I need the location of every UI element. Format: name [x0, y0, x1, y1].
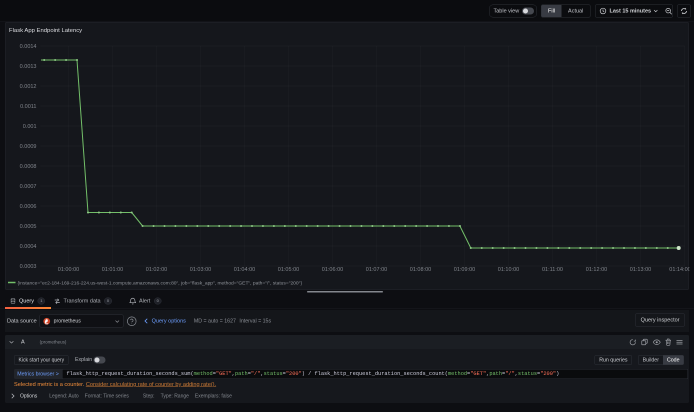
svg-text:01:10:00: 01:10:00: [498, 267, 519, 273]
svg-text:0.0004: 0.0004: [20, 244, 37, 250]
svg-text:01:05:00: 01:05:00: [278, 267, 299, 273]
svg-text:01:00:00: 01:00:00: [58, 267, 79, 273]
svg-text:01:09:00: 01:09:00: [454, 267, 475, 273]
svg-text:01:11:00: 01:11:00: [542, 267, 563, 273]
svg-text:0.0003: 0.0003: [20, 264, 37, 270]
svg-text:01:07:00: 01:07:00: [366, 267, 387, 273]
svg-text:01:04:00: 01:04:00: [234, 267, 255, 273]
svg-text:0.0009: 0.0009: [20, 144, 37, 150]
svg-text:01:14:00: 01:14:00: [669, 267, 689, 273]
svg-text:0.0013: 0.0013: [20, 64, 37, 70]
svg-text:01:12:00: 01:12:00: [586, 267, 607, 273]
svg-text:0.001: 0.001: [23, 124, 37, 130]
svg-text:01:01:00: 01:01:00: [102, 267, 123, 273]
svg-text:0.0008: 0.0008: [20, 164, 37, 170]
svg-text:0.0005: 0.0005: [20, 224, 37, 230]
svg-text:01:06:00: 01:06:00: [322, 267, 343, 273]
svg-text:0.0011: 0.0011: [20, 104, 36, 110]
svg-text:01:03:00: 01:03:00: [190, 267, 211, 273]
svg-text:0.0012: 0.0012: [20, 84, 37, 90]
svg-text:{instance="ec2-184-169-216-224: {instance="ec2-184-169-216-224.us-west-1…: [18, 281, 303, 287]
svg-text:0.0006: 0.0006: [20, 204, 37, 210]
svg-text:01:08:00: 01:08:00: [410, 267, 431, 273]
svg-text:01:02:00: 01:02:00: [146, 267, 167, 273]
svg-text:0.0014: 0.0014: [20, 44, 37, 50]
svg-text:0.0007: 0.0007: [20, 184, 37, 190]
svg-text:01:13:00: 01:13:00: [630, 267, 651, 273]
